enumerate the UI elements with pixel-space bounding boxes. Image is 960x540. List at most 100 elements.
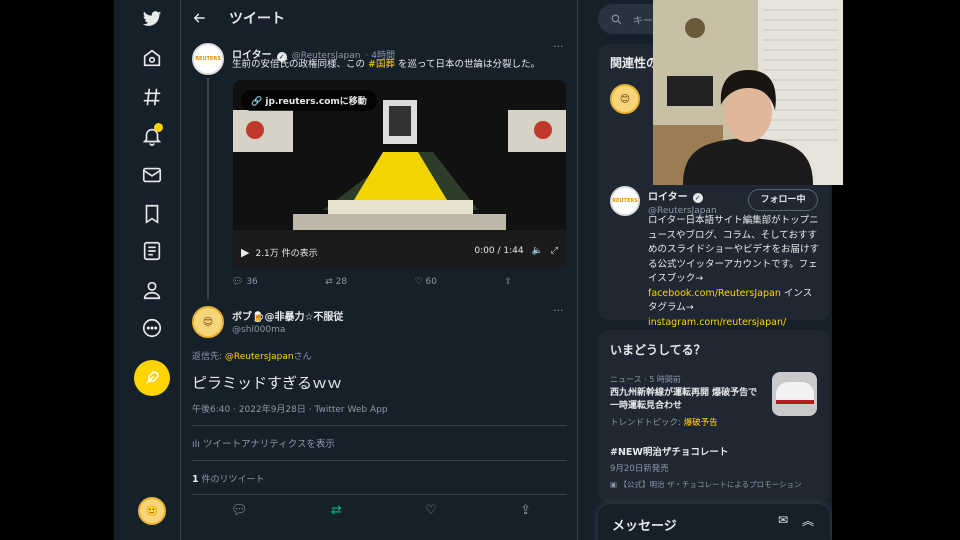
reply-author-handle[interactable]: @shi000ma	[232, 325, 532, 335]
thread-line	[207, 78, 209, 300]
retweet-count-number: 1	[192, 474, 199, 485]
trend-headline: 西九州新幹線が運転再開 爆破予告で一時運転見合わせ	[610, 388, 758, 411]
like-count: 60	[425, 277, 437, 287]
reply-icon: 💬︎	[232, 277, 244, 287]
verified-badge-icon: ✓	[692, 193, 703, 203]
search-icon	[611, 14, 622, 24]
link-label: jp.reuters.comに移動	[265, 97, 367, 107]
messages-title: メッセージ	[612, 519, 677, 534]
reply-tweet-actions: 💬︎ ⇄ ♡ ⇪	[231, 503, 531, 518]
link-icon: 🔗	[251, 97, 263, 107]
related-account-name[interactable]: ロイター	[648, 192, 688, 203]
account-avatar[interactable]: 🙂	[138, 497, 166, 525]
reuters-avatar[interactable]: REUTERS	[192, 43, 224, 75]
tweet-actions: 💬︎ 36 ⇄ 28 ♡ 60 ⇪	[232, 277, 512, 287]
view-count: 2.1万 件の表示	[255, 249, 318, 259]
reuters-avatar[interactable]: REUTERS	[610, 186, 640, 216]
analytics-link[interactable]: ılı ツイートアナリティクスを表示	[192, 436, 335, 450]
reply-author-name[interactable]: ボブ🍺@非暴力☆不服従	[232, 308, 532, 323]
profile-person-icon[interactable]	[135, 273, 169, 307]
reply-author-avatar[interactable]: 😊	[192, 306, 224, 338]
trend-topic-prefix: トレンドトピック:	[610, 418, 684, 428]
related-bio: ロイター日本語サイト編集部がトップニュースやブログ、コラム、そしておすすめのスラ…	[648, 214, 820, 330]
sidebar-nav: 🙂	[114, 0, 181, 540]
bio-text: ロイター日本語サイト編集部がトップニュースやブログ、コラム、そしておすすめのスラ…	[648, 215, 820, 284]
heart-icon[interactable]: ♡	[425, 503, 437, 518]
retweet-count-link[interactable]: 1 件のリツイート	[192, 472, 265, 485]
promoted-subtitle: 9月20日新発売	[610, 464, 669, 474]
messages-drawer[interactable]: メッセージ ✉ ︽	[598, 504, 830, 540]
train-thumbnail	[772, 372, 817, 416]
promoted-icon: ▣	[610, 480, 618, 489]
retweet-count-label: 件のリツイート	[198, 475, 265, 485]
new-message-icon[interactable]: ✉	[778, 513, 788, 527]
twitter-logo-icon[interactable]	[135, 2, 169, 36]
feather-icon	[146, 371, 159, 384]
collapse-chevron-icon[interactable]: ︽	[802, 512, 814, 529]
like-action[interactable]: ♡ 60	[415, 277, 437, 287]
volume-icon[interactable]: 🔈	[532, 246, 543, 256]
reply-count: 36	[246, 277, 258, 287]
retweet-icon: ⇄	[325, 277, 333, 287]
divider	[192, 425, 567, 426]
home-icon[interactable]	[135, 41, 169, 75]
video-player[interactable]: 🔗 jp.reuters.comに移動 ▶ 2.1万 件の表示 0:00 / 1…	[233, 80, 566, 268]
reply-more-options-icon[interactable]: ···	[553, 304, 564, 317]
following-button[interactable]: フォロー中	[748, 189, 818, 211]
reply-meta[interactable]: 午後6:40 · 2022年9月28日 · Twitter Web App	[192, 402, 388, 415]
compose-tweet-button[interactable]	[134, 360, 170, 396]
webcam-overlay	[653, 0, 843, 185]
play-icon[interactable]: ▶	[241, 246, 249, 259]
more-options-icon[interactable]: ···	[553, 40, 564, 53]
bookmark-icon[interactable]	[135, 197, 169, 231]
promoted-label: 【公式】明治 ザ・チョコレートによるプロモーション	[619, 480, 802, 489]
facebook-link[interactable]: facebook.com/ReutersJapan	[648, 288, 781, 299]
share-icon[interactable]: ⇪	[520, 503, 531, 518]
trend-meta: ニュース · 5 時間前	[610, 375, 681, 384]
retweet-action[interactable]: ⇄ 28	[325, 277, 347, 287]
divider	[192, 494, 567, 495]
reply-text: ピラミッドすぎるｗｗ	[192, 374, 343, 392]
messages-mail-icon[interactable]	[135, 158, 169, 192]
retweet-icon[interactable]: ⇄	[331, 503, 342, 518]
more-circle-icon[interactable]	[135, 311, 169, 345]
lists-icon[interactable]	[135, 234, 169, 268]
video-controls-left: ▶ 2.1万 件の表示	[241, 246, 318, 259]
tweet-text-part: を巡って日本の世論は分裂した。	[395, 59, 541, 70]
link-pill-button[interactable]: 🔗 jp.reuters.comに移動	[241, 90, 377, 111]
trend-topic[interactable]: 爆破予告	[684, 418, 718, 428]
share-icon[interactable]: ⇪	[504, 277, 512, 287]
related-account-info: ロイター ✓ @ReutersJapan	[648, 185, 717, 216]
video-controls-right: 0:00 / 1:44 🔈 ⤢	[474, 246, 558, 256]
explore-hashtag-icon[interactable]	[135, 80, 169, 114]
analytics-label: ツイートアナリティクスを表示	[202, 439, 335, 450]
promoted-trend[interactable]: #NEW明治ザチョコレート 9月20日新発売 ▣ 【公式】明治 ザ・チョコレート…	[610, 444, 825, 490]
heart-icon: ♡	[414, 277, 423, 287]
trend-item[interactable]: ニュース · 5 時間前 西九州新幹線が運転再開 爆破予告で一時運転見合わせ ト…	[610, 374, 760, 428]
reply-to-handle[interactable]: @ReutersJapan	[225, 352, 294, 362]
reply-author-block: ボブ🍺@非暴力☆不服従 @shi000ma	[232, 308, 532, 335]
reply-icon[interactable]: 💬︎	[231, 503, 248, 518]
instagram-link[interactable]: instagram.com/reutersjapan/	[648, 317, 786, 328]
reply-to-prefix: 返信先:	[192, 352, 225, 362]
video-time: 0:00 / 1:44	[474, 246, 524, 256]
analytics-bar-icon: ılı	[192, 439, 200, 450]
tweet-text-part: 生前の安倍氏の政権同様、この	[232, 59, 369, 70]
tweet-text: 生前の安倍氏の政権同様、この #国葬 を巡って日本の世論は分裂した。	[232, 58, 572, 72]
replying-to: 返信先: @ReutersJapanさん	[192, 349, 312, 362]
notifications-bell-icon[interactable]	[135, 119, 169, 153]
search-placeholder: キー	[633, 15, 653, 27]
fullscreen-icon[interactable]: ⤢	[551, 246, 558, 256]
webcam-person-image	[653, 0, 843, 185]
related-avatar[interactable]: 😊	[610, 84, 640, 114]
related-title: 関連性の	[610, 56, 659, 70]
notification-dot	[154, 123, 163, 132]
reply-to-suffix: さん	[293, 352, 312, 362]
page-header: ツイート	[181, 0, 578, 36]
page-title: ツイート	[229, 11, 285, 27]
retweet-count: 28	[335, 277, 348, 287]
hashtag-link[interactable]: #国葬	[368, 59, 395, 70]
trends-title: いまどうしてる？	[610, 343, 706, 357]
back-arrow-icon[interactable]	[193, 11, 207, 25]
reply-action[interactable]: 💬︎ 36	[232, 277, 258, 287]
